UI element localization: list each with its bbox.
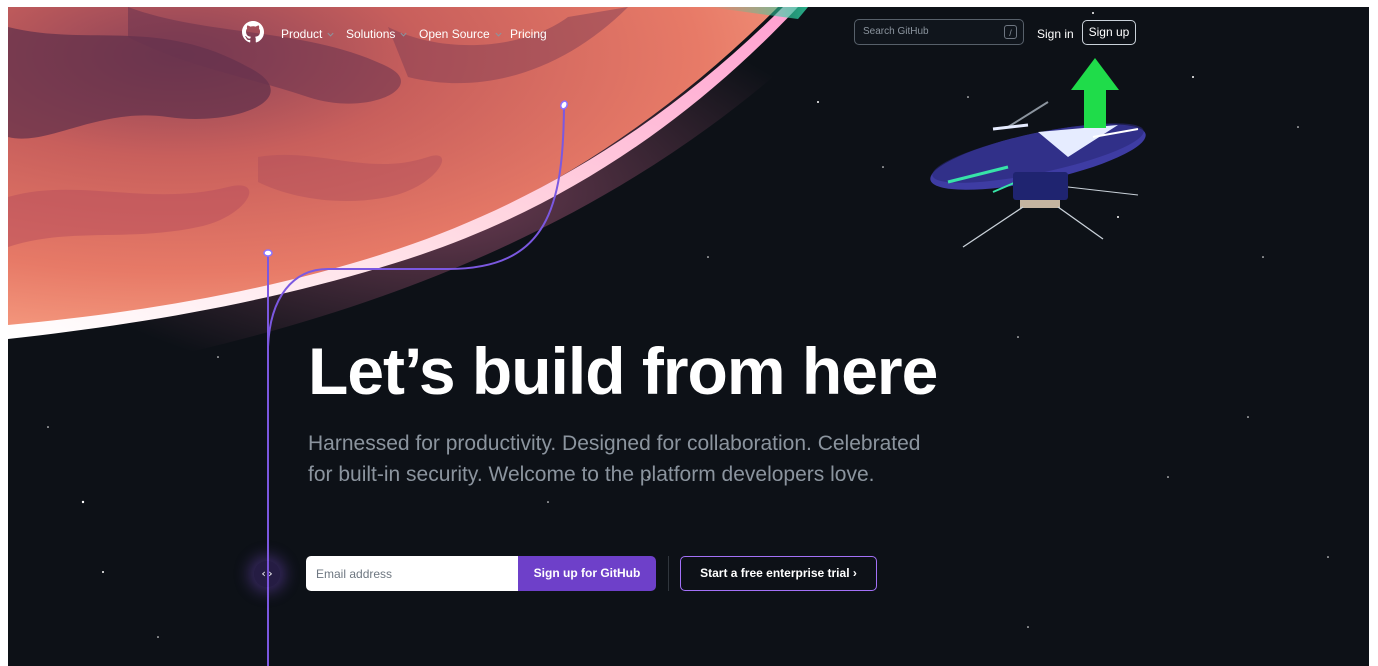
search-placeholder: Search GitHub: [863, 26, 929, 37]
green-up-arrow-icon: [1071, 58, 1119, 128]
chevron-down-icon: [400, 32, 407, 37]
chevron-down-icon: [495, 32, 502, 37]
divider: [668, 556, 669, 591]
code-icon: ‹›: [254, 561, 280, 587]
nav-item-product[interactable]: Product: [281, 26, 335, 42]
nav-item-solutions[interactable]: Solutions: [346, 26, 408, 42]
hero-title: Let’s build from here: [308, 334, 938, 408]
nav-item-pricing[interactable]: Pricing: [510, 26, 547, 42]
sign-up-for-github-button[interactable]: Sign up for GitHub: [518, 556, 656, 591]
search-input[interactable]: Search GitHub /: [854, 19, 1024, 45]
hero-section: Product Solutions Open Source Pricing Se…: [8, 7, 1369, 666]
nav-item-label: Open Source: [419, 27, 490, 41]
email-input[interactable]: [306, 556, 518, 591]
hero-subtitle: Harnessed for productivity. Designed for…: [308, 432, 921, 486]
nav-item-label: Solutions: [346, 27, 396, 41]
nav-item-open-source[interactable]: Open Source: [419, 26, 503, 42]
sign-in-link[interactable]: Sign in: [1037, 26, 1074, 42]
top-navigation: Product Solutions Open Source Pricing Se…: [8, 7, 1369, 62]
chevron-down-icon: [327, 32, 334, 37]
nav-item-label: Pricing: [510, 27, 547, 41]
nav-item-label: Product: [281, 27, 323, 41]
sign-up-button[interactable]: Sign up: [1082, 20, 1136, 45]
github-mark-icon[interactable]: [242, 21, 264, 43]
enterprise-trial-button[interactable]: Start a free enterprise trial ›: [680, 556, 877, 591]
slash-shortcut-icon: /: [1004, 25, 1017, 39]
